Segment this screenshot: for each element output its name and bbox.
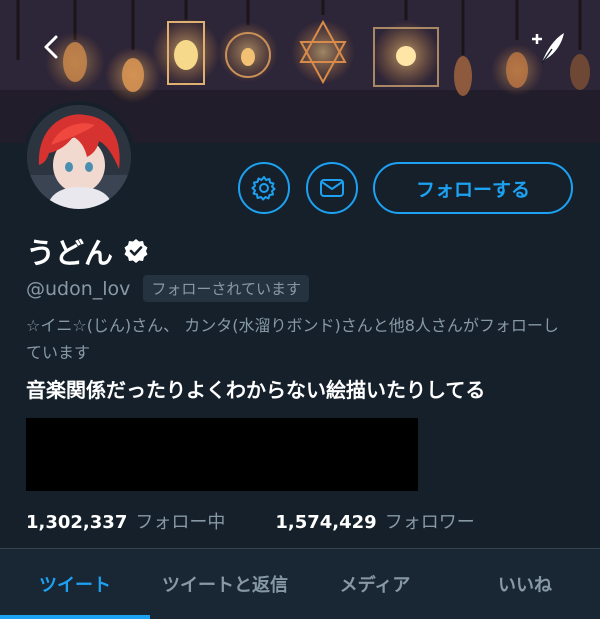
name-row: うどん	[26, 230, 149, 272]
verified-badge-icon	[124, 239, 148, 263]
profile-bio: 音楽関係だったりよくわからない絵描いたりしてる	[26, 378, 486, 402]
display-name: うどん	[26, 236, 114, 270]
followers-count: 1,574,429	[275, 512, 377, 533]
followed-by-text[interactable]: ☆イニ☆(じん)さん、 カンタ(水溜りボンド)さんと他8人さんがフォローしていま…	[26, 312, 574, 366]
redacted-block	[26, 418, 418, 491]
back-button[interactable]	[34, 30, 68, 64]
avatar-illustration	[27, 105, 131, 209]
tab-likes[interactable]: いいね	[450, 549, 600, 619]
handle-row: @udon_lov フォローされています	[26, 275, 309, 302]
settings-button[interactable]	[238, 162, 290, 214]
profile-tabs: ツイート ツイートと返信 メディア いいね	[0, 548, 600, 619]
compose-tweet-icon	[532, 33, 564, 64]
tab-tweets[interactable]: ツイート	[0, 549, 150, 619]
following-count: 1,302,337	[26, 512, 128, 533]
compose-tweet-button[interactable]	[526, 28, 570, 68]
message-button[interactable]	[306, 162, 358, 214]
follows-you-badge: フォローされています	[143, 275, 309, 302]
follow-button[interactable]: フォローする	[373, 162, 573, 214]
user-handle: @udon_lov	[26, 277, 131, 300]
following-stat[interactable]: 1,302,337 フォロー中	[26, 508, 225, 534]
profile-avatar[interactable]	[23, 101, 135, 213]
chevron-left-icon	[44, 35, 58, 59]
follow-stats: 1,302,337 フォロー中 1,574,429 フォロワー	[26, 508, 475, 534]
mail-icon	[320, 179, 344, 197]
followers-stat[interactable]: 1,574,429 フォロワー	[275, 508, 474, 534]
following-label: フォロー中	[135, 512, 226, 533]
tab-tweets-and-replies[interactable]: ツイートと返信	[150, 549, 300, 619]
tab-media[interactable]: メディア	[300, 549, 450, 619]
followers-label: フォロワー	[384, 512, 475, 533]
gear-icon	[251, 176, 276, 201]
